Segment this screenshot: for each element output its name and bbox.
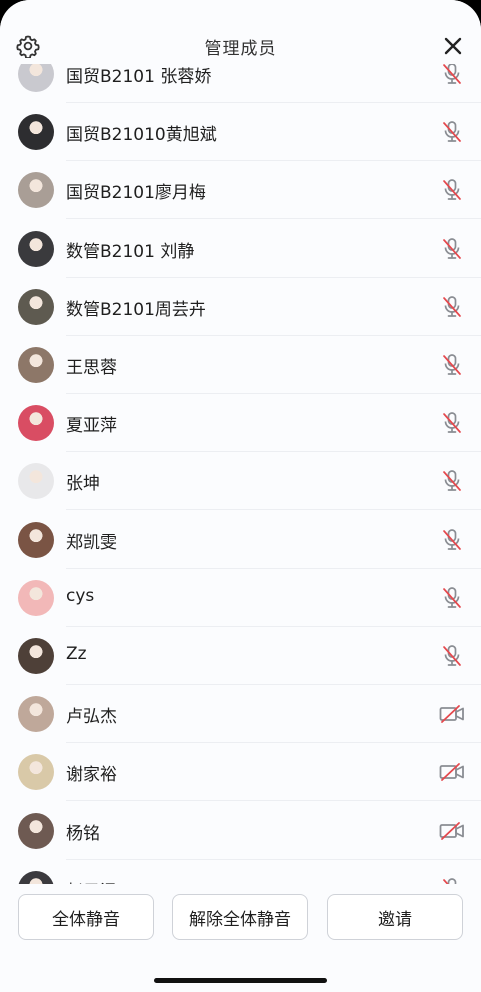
mic-muted-icon[interactable] <box>438 644 466 668</box>
member-row[interactable]: 数管B2101周芸卉 <box>0 278 481 336</box>
avatar <box>18 638 54 674</box>
unmute-all-button[interactable]: 解除全体静音 <box>172 894 308 940</box>
member-name: 数管B2101周芸卉 <box>66 299 206 320</box>
member-name: Zz <box>66 644 87 664</box>
member-name: 国贸B2101 张蓉娇 <box>66 67 212 87</box>
mic-muted-icon[interactable] <box>438 62 466 86</box>
member-name: 数管B2101 刘静 <box>66 241 195 262</box>
avatar <box>18 405 54 442</box>
mic-muted-icon[interactable] <box>438 586 466 610</box>
member-row[interactable]: 郑凯雯 <box>0 511 481 569</box>
member-name: 郑凯雯 <box>66 532 117 553</box>
mic-muted-icon[interactable] <box>438 411 466 435</box>
avatar <box>18 288 54 325</box>
member-row[interactable]: 国贸B2101廖月梅 <box>0 161 481 220</box>
member-row[interactable]: 谢家裕 <box>0 743 481 802</box>
member-name: cys <box>66 585 95 606</box>
member-row[interactable]: 杨铭 <box>0 802 481 860</box>
mic-muted-icon[interactable] <box>438 528 466 552</box>
avatar <box>18 347 54 383</box>
member-row[interactable]: Zz <box>0 627 481 685</box>
member-name: 张坤 <box>66 474 100 495</box>
mute-all-button[interactable]: 全体静音 <box>18 894 154 940</box>
member-row[interactable]: 国贸B21010黄旭斌 <box>0 103 481 162</box>
page-title: 管理成员 <box>204 39 277 59</box>
member-row[interactable]: 夏亚萍 <box>0 394 481 453</box>
member-row[interactable]: 张坤 <box>0 452 481 511</box>
avatar <box>18 579 54 616</box>
mic-muted-icon[interactable] <box>438 469 466 493</box>
invite-button[interactable]: 邀请 <box>327 894 463 940</box>
panel-header: 管理成员 <box>0 0 481 64</box>
avatar <box>18 463 54 500</box>
member-row[interactable]: 卢弘杰 <box>0 685 481 744</box>
member-name: 国贸B21010黄旭斌 <box>66 125 217 146</box>
member-row[interactable]: 数管B2101 刘静 <box>0 220 481 278</box>
member-name: 夏亚萍 <box>66 416 117 437</box>
camera-off-icon[interactable] <box>438 760 466 784</box>
avatar <box>18 812 54 849</box>
member-name: 赵子涵 <box>66 877 117 884</box>
member-list[interactable]: 国贸B2101 张蓉娇 国贸B21010黄旭斌 国贸B2101廖月梅 数管B21… <box>0 0 481 884</box>
close-icon[interactable] <box>442 35 464 57</box>
avatar <box>18 172 54 209</box>
home-indicator <box>154 978 327 983</box>
member-row[interactable]: 王思蓉 <box>0 336 481 394</box>
panel-footer: 全体静音 解除全体静音 邀请 <box>0 884 481 992</box>
mic-muted-icon[interactable] <box>438 877 466 884</box>
mic-muted-icon[interactable] <box>438 178 466 202</box>
avatar <box>18 521 54 558</box>
mic-muted-icon[interactable] <box>438 353 466 377</box>
avatar <box>18 696 54 733</box>
camera-off-icon[interactable] <box>438 702 466 726</box>
member-row[interactable]: 赵子涵 <box>0 860 481 884</box>
member-name: 王思蓉 <box>66 358 117 378</box>
camera-off-icon[interactable] <box>438 819 466 843</box>
mic-muted-icon[interactable] <box>438 120 466 144</box>
member-management-panel: 国贸B2101 张蓉娇 国贸B21010黄旭斌 国贸B2101廖月梅 数管B21… <box>0 0 481 992</box>
avatar <box>18 114 54 151</box>
member-row[interactable]: cys <box>0 569 481 627</box>
member-name: 卢弘杰 <box>66 707 117 728</box>
mic-muted-icon[interactable] <box>438 237 466 261</box>
member-name: 国贸B2101廖月梅 <box>66 183 206 204</box>
mic-muted-icon[interactable] <box>438 295 466 319</box>
avatar <box>18 870 54 884</box>
avatar <box>18 754 54 791</box>
avatar <box>18 230 54 267</box>
member-name: 谢家裕 <box>66 765 117 786</box>
member-name: 杨铭 <box>66 823 100 844</box>
